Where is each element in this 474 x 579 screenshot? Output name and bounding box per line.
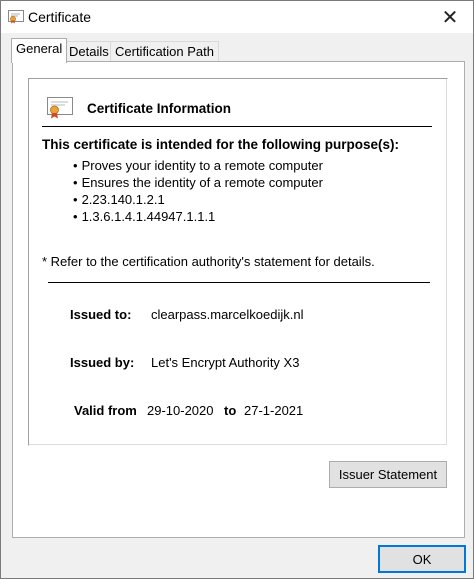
close-icon: ✕: [441, 6, 459, 29]
tab-details-label: Details: [69, 44, 109, 59]
general-tab-panel: Certificate Information This certificate…: [12, 61, 465, 538]
list-item: 2.23.140.1.2.1: [73, 191, 323, 208]
ok-label: OK: [412, 551, 432, 567]
close-button[interactable]: ✕: [427, 1, 473, 33]
issued-by-label: Issued by:: [70, 355, 135, 370]
issuer-statement-label: Issuer Statement: [338, 467, 438, 482]
title-bar: Certificate ✕: [1, 1, 473, 33]
refer-note: * Refer to the certification authority's…: [42, 254, 375, 269]
tab-certification-path[interactable]: Certification Path: [110, 41, 219, 62]
certificate-icon: [8, 10, 24, 24]
certificate-dialog: Certificate ✕ General Details Certificat…: [0, 0, 474, 579]
list-item: Proves your identity to a remote compute…: [73, 157, 323, 174]
issued-to-value: clearpass.marcelkoedijk.nl: [151, 307, 304, 322]
tab-details[interactable]: Details: [64, 41, 114, 62]
certificate-icon: [47, 97, 73, 119]
purpose-list: Proves your identity to a remote compute…: [73, 157, 323, 225]
tab-general[interactable]: General: [11, 38, 68, 63]
valid-from-label: Valid from: [74, 403, 137, 418]
divider: [42, 126, 432, 127]
tab-certification-path-label: Certification Path: [115, 44, 214, 59]
list-item: 1.3.6.1.4.1.44947.1.1.1: [73, 208, 323, 225]
list-item: Ensures the identity of a remote compute…: [73, 174, 323, 191]
issued-to-label: Issued to:: [70, 307, 132, 322]
certificate-info-box: Certificate Information This certificate…: [28, 78, 448, 446]
window-title: Certificate: [28, 9, 92, 25]
divider: [48, 282, 430, 283]
certificate-info-heading: Certificate Information: [87, 101, 232, 116]
issuer-statement-button[interactable]: Issuer Statement: [329, 461, 447, 488]
valid-to-label: to: [224, 403, 237, 418]
valid-from-value: 29-10-2020: [147, 403, 214, 418]
valid-to-value: 27-1-2021: [244, 403, 304, 418]
purpose-title: This certificate is intended for the fol…: [42, 137, 400, 152]
tab-general-label: General: [16, 41, 63, 56]
issued-by-value: Let's Encrypt Authority X3: [151, 355, 300, 370]
ok-button[interactable]: OK: [378, 545, 466, 573]
